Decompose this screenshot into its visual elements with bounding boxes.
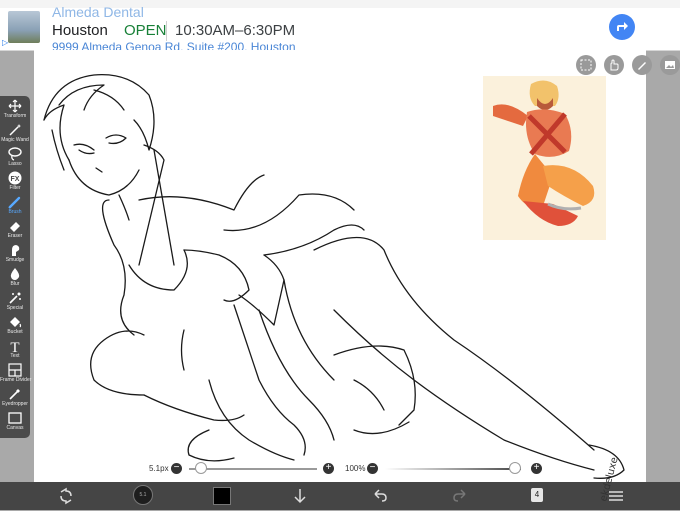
brush-icon: [8, 196, 21, 209]
tool-magic-wand[interactable]: Magic Wand: [0, 122, 30, 146]
tool-blur[interactable]: Blur: [0, 266, 30, 290]
tool-palette: Transform Magic Wand Lasso FX Filter Bru…: [0, 96, 32, 438]
tool-filter[interactable]: FX Filter: [0, 170, 30, 194]
tool-frame-divider[interactable]: Frame Divider: [0, 362, 32, 386]
tool-label: Filter: [9, 185, 21, 191]
arrow-down-icon: [294, 489, 306, 504]
undo-button[interactable]: [370, 486, 390, 506]
ad-brand[interactable]: Almeda Dental: [52, 4, 144, 20]
eyedropper-icon: [9, 389, 20, 400]
opacity-knob[interactable]: [509, 462, 521, 474]
rotate-button[interactable]: [56, 486, 76, 506]
tool-label: Lasso: [8, 161, 22, 167]
tool-label: Transform: [3, 113, 27, 119]
brush-size-slider[interactable]: [189, 468, 317, 470]
tool-label: Special: [6, 305, 24, 311]
brush-size-knob[interactable]: [194, 462, 207, 474]
tool-brush[interactable]: Brush: [0, 194, 30, 218]
bucket-icon: [10, 317, 22, 328]
tool-label: Canvas: [6, 425, 24, 431]
pen-button[interactable]: [632, 55, 652, 75]
redo-button[interactable]: [450, 486, 470, 506]
layers-button[interactable]: 4: [531, 488, 543, 502]
tool-label: Magic Wand: [1, 137, 29, 143]
svg-text:T: T: [10, 340, 19, 353]
svg-text:FX: FX: [11, 176, 20, 183]
bottom-toolbar: [0, 482, 680, 510]
tool-eyedropper[interactable]: Eyedropper: [0, 386, 30, 410]
brush-preview-button[interactable]: 5.1: [133, 485, 153, 505]
pen-icon: [638, 62, 646, 70]
fx-icon: FX: [8, 171, 22, 185]
tool-label: Brush: [8, 209, 22, 215]
tool-label: Text: [10, 353, 20, 359]
tool-text[interactable]: T Text: [0, 338, 30, 362]
directions-button[interactable]: [609, 14, 635, 40]
brush-size-decrease-button[interactable]: −: [171, 463, 182, 474]
reference-image[interactable]: [483, 76, 606, 240]
redo-icon: [453, 489, 466, 502]
opacity-decrease-button[interactable]: −: [367, 463, 378, 474]
opacity-increase-button[interactable]: +: [531, 463, 542, 474]
download-button[interactable]: [290, 486, 310, 506]
directions-arrow-icon: [617, 22, 628, 31]
tool-bucket[interactable]: Bucket: [0, 314, 30, 338]
ad-choices-icon[interactable]: ▷: [2, 38, 8, 47]
text-icon: T: [10, 340, 19, 353]
eraser-icon: [10, 222, 20, 232]
tool-special[interactable]: Special: [0, 290, 30, 314]
tool-smudge[interactable]: Smudge: [0, 242, 30, 266]
tool-label: Eyedropper: [2, 401, 28, 407]
canvas-top-icons: [550, 55, 680, 77]
magic-wand-icon: [9, 124, 21, 136]
ad-separator: [166, 21, 167, 41]
selection-icon: [580, 59, 592, 71]
brush-size-value: 5.1px: [149, 464, 169, 473]
tool-label: Blur: [10, 281, 20, 287]
reference-figure: [493, 80, 595, 226]
tool-eraser[interactable]: Eraser: [0, 218, 30, 242]
hand-button[interactable]: [604, 55, 624, 75]
blur-drop-icon: [10, 268, 20, 280]
ad-hours: 10:30AM–6:30PM: [175, 22, 296, 39]
frame-divider-icon: [8, 363, 22, 377]
undo-icon: [374, 489, 387, 502]
brush-sliders: 5.1px − + 100% − +: [145, 462, 545, 480]
special-wand-icon: [9, 292, 21, 304]
reference-image-icon: [665, 61, 675, 69]
tool-lasso[interactable]: Lasso: [0, 146, 30, 170]
ad-open-status: OPEN: [124, 22, 167, 39]
reference-image-button[interactable]: [660, 55, 680, 75]
canvas-icon: [8, 412, 22, 424]
move-icon: [8, 99, 22, 113]
tool-label: Frame Divider: [0, 377, 32, 383]
artist-signature: ekdeluxe: [586, 444, 634, 504]
tool-canvas[interactable]: Canvas: [0, 410, 30, 434]
ad-city[interactable]: Houston: [52, 22, 108, 39]
ad-thumbnail[interactable]: [8, 11, 40, 43]
svg-text:ekdeluxe: ekdeluxe: [598, 456, 620, 503]
hand-icon: [610, 59, 619, 71]
selection-button[interactable]: [576, 55, 596, 75]
lasso-icon: [8, 147, 22, 161]
smudge-icon: [12, 245, 20, 256]
tool-label: Eraser: [7, 233, 23, 239]
rotate-canvas-icon: [60, 487, 72, 505]
opacity-slider[interactable]: [385, 468, 521, 470]
brush-size-increase-button[interactable]: +: [323, 463, 334, 474]
color-swatch-button[interactable]: [213, 487, 231, 505]
tool-label: Smudge: [5, 257, 25, 263]
opacity-value: 100%: [345, 464, 366, 473]
tool-label: Bucket: [7, 329, 23, 335]
tool-transform[interactable]: Transform: [0, 98, 30, 122]
ad-banner[interactable]: ▷ Almeda Dental Houston OPEN 10:30AM–6:3…: [0, 4, 680, 51]
ad-address[interactable]: 9999 Almeda Genoa Rd, Suite #200, Housto…: [52, 40, 332, 50]
